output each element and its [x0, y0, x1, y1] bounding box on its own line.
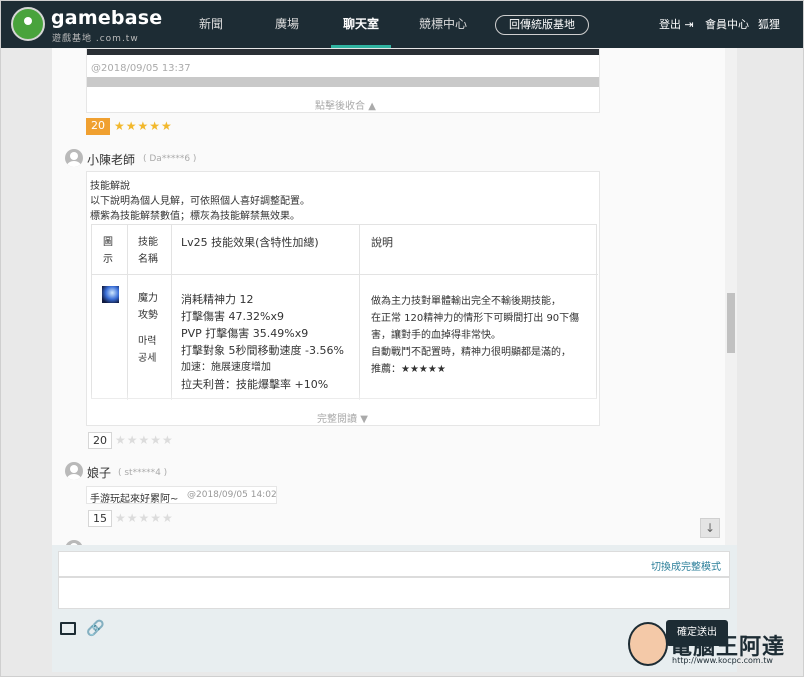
avatar-icon: [65, 462, 83, 480]
post3-star-rating: ★★★★★: [115, 511, 174, 525]
post3-score-badge: 15: [88, 510, 112, 527]
post1-card: @2018/09/05 13:37 點擊後收合 ▲: [86, 48, 600, 113]
logout-link[interactable]: 登出 ⇥: [659, 1, 694, 48]
header-icon-col-line: 圖: [103, 237, 113, 248]
post2-score-badge: 20: [88, 432, 112, 449]
avatar-icon: [65, 149, 83, 167]
skill-name-line: 마력: [138, 336, 157, 347]
collapse-toggle[interactable]: 點擊後收合 ▲: [315, 97, 376, 112]
header-effect-col: Lv25 技能效果(含特性加總): [181, 236, 319, 249]
post2-user-id: ( Da*****6 ): [143, 154, 197, 164]
nav-bidding-center[interactable]: 競標中心: [415, 1, 471, 48]
post2-username[interactable]: 小陳老師: [87, 151, 135, 168]
horizontal-scrollbar[interactable]: [87, 77, 599, 87]
desc-line: 自動戰鬥不配置時，精神力很明顯都是滿的，: [371, 347, 571, 358]
header-name-col: 技能 名稱: [138, 234, 158, 268]
triangle-down-icon: ▼: [360, 414, 368, 425]
post2-star-rating: ★★★★★: [115, 433, 174, 447]
logo-wordmark[interactable]: gamebase: [51, 7, 162, 29]
header-name-col-line: 技能: [138, 237, 158, 248]
post3-timestamp: @2018/09/05 14:02: [187, 490, 277, 500]
post3-user-id: ( st*****4 ): [118, 468, 168, 478]
table-divider: [92, 274, 598, 275]
header-icon-col-line: 示: [103, 254, 113, 265]
message-input[interactable]: [58, 577, 730, 609]
post3-bubble: 手游玩起來好累阿~ @2018/09/05 14:02: [86, 486, 277, 505]
mascot-face-icon: [628, 622, 668, 666]
switch-full-mode-link[interactable]: 切換成完整模式: [651, 558, 721, 573]
skill-icon: [102, 286, 119, 303]
effect-line: 加速：施展速度增加: [181, 362, 271, 373]
post3-comment: 手游玩起來好累阿~: [90, 494, 179, 505]
effect-line: 消耗精神力 12: [181, 293, 254, 306]
nav-news[interactable]: 新聞: [191, 1, 231, 48]
skill-name-line: 공세: [138, 353, 157, 364]
logo-subtitle: 遊戲基地 .com.tw: [52, 34, 139, 44]
effect-line: 打擊對象 5秒間移動速度 -3.56%: [181, 344, 344, 357]
desc-line: 害，讓對手的血掉得非常快。: [371, 330, 501, 341]
post1-embedded-image: [87, 49, 599, 55]
link-icon[interactable]: 🔗: [86, 619, 105, 637]
top-navigation-bar: gamebase 遊戲基地 .com.tw 新聞 廣場 聊天室 競標中心 回傳統…: [1, 1, 803, 48]
header-icon-col: 圖示: [103, 234, 113, 268]
member-center-link[interactable]: 會員中心: [705, 1, 749, 48]
post2-line2: 標紫為技能解禁數值；標灰為技能解禁無效果。: [90, 211, 300, 222]
table-divider: [359, 225, 360, 400]
vertical-scrollbar-thumb[interactable]: [727, 293, 735, 353]
expand-label: 完整閱讀: [317, 414, 357, 425]
nav-chatroom[interactable]: 聊天室: [336, 1, 386, 48]
skill-name-line: [138, 324, 158, 333]
logout-icon: ⇥: [684, 18, 694, 31]
classic-base-button[interactable]: 回傳統版基地: [495, 15, 589, 35]
scroll-down-arrow-icon[interactable]: ↓: [700, 518, 720, 538]
chat-content-area[interactable]: @2018/09/05 13:37 點擊後收合 ▲ 20 ★★★★★ 小陳老師 …: [52, 48, 737, 545]
watermark-url: http://www.kocpc.com.tw: [672, 656, 773, 665]
skill-table: 圖示 技能 名稱 Lv25 技能效果(含特性加總) 說明 魔力 攻勢 마력 공세 …: [91, 224, 598, 400]
skill-name-line: 攻勢: [138, 310, 158, 321]
composer-toolbar: 切換成完整模式: [58, 551, 730, 577]
desc-line: 做為主力技對單體輸出完全不輸後期技能，: [371, 296, 561, 307]
collapse-label: 點擊後收合: [315, 101, 365, 112]
post1-timestamp: @2018/09/05 13:37: [91, 63, 191, 74]
skill-desc-cell: 做為主力技對單體輸出完全不輸後期技能， 在正常 120精神力的情形下可瞬間打出 …: [371, 293, 579, 378]
gamebase-logo-icon[interactable]: [11, 7, 45, 41]
expand-toggle[interactable]: 完整閱讀 ▼: [317, 410, 368, 425]
header-name-col-line: 名稱: [138, 254, 158, 265]
desc-line: 在正常 120精神力的情形下可瞬間打出 90下傷: [371, 313, 580, 324]
table-divider: [171, 225, 172, 400]
post2-heading: 技能解說: [90, 181, 130, 192]
post1-score-badge: 20: [86, 118, 110, 135]
image-icon[interactable]: [60, 622, 76, 635]
desc-line: 推薦：★★★★★: [371, 364, 446, 375]
nav-square[interactable]: 廣場: [267, 1, 307, 48]
post2-line1: 以下說明為個人見解，可依照個人喜好調整配置。: [90, 196, 310, 207]
triangle-up-icon: ▲: [368, 101, 376, 112]
header-desc-col: 說明: [371, 236, 393, 249]
skill-effect-cell: 消耗精神力 12 打擊傷害 47.32%x9 PVP 打擊傷害 35.49%x9…: [181, 291, 344, 393]
user-name-link[interactable]: 狐狸: [758, 1, 780, 48]
logout-label: 登出: [659, 18, 681, 31]
effect-line: 拉夫利普：技能爆擊率 +10%: [181, 378, 329, 391]
post3-username[interactable]: 娘子: [87, 464, 111, 481]
skill-name-line: 魔力: [138, 293, 158, 304]
fade-overlay: [87, 392, 599, 412]
post2-card: 技能解說 以下說明為個人見解，可依照個人喜好調整配置。 標紫為技能解禁數值；標灰…: [86, 171, 600, 426]
post1-star-rating: ★★★★★: [114, 119, 173, 133]
skill-name-cell: 魔力 攻勢 마력 공세: [138, 290, 158, 367]
table-divider: [127, 225, 128, 400]
effect-line: 打擊傷害 47.32%x9: [181, 310, 284, 323]
effect-line: PVP 打擊傷害 35.49%x9: [181, 327, 309, 340]
